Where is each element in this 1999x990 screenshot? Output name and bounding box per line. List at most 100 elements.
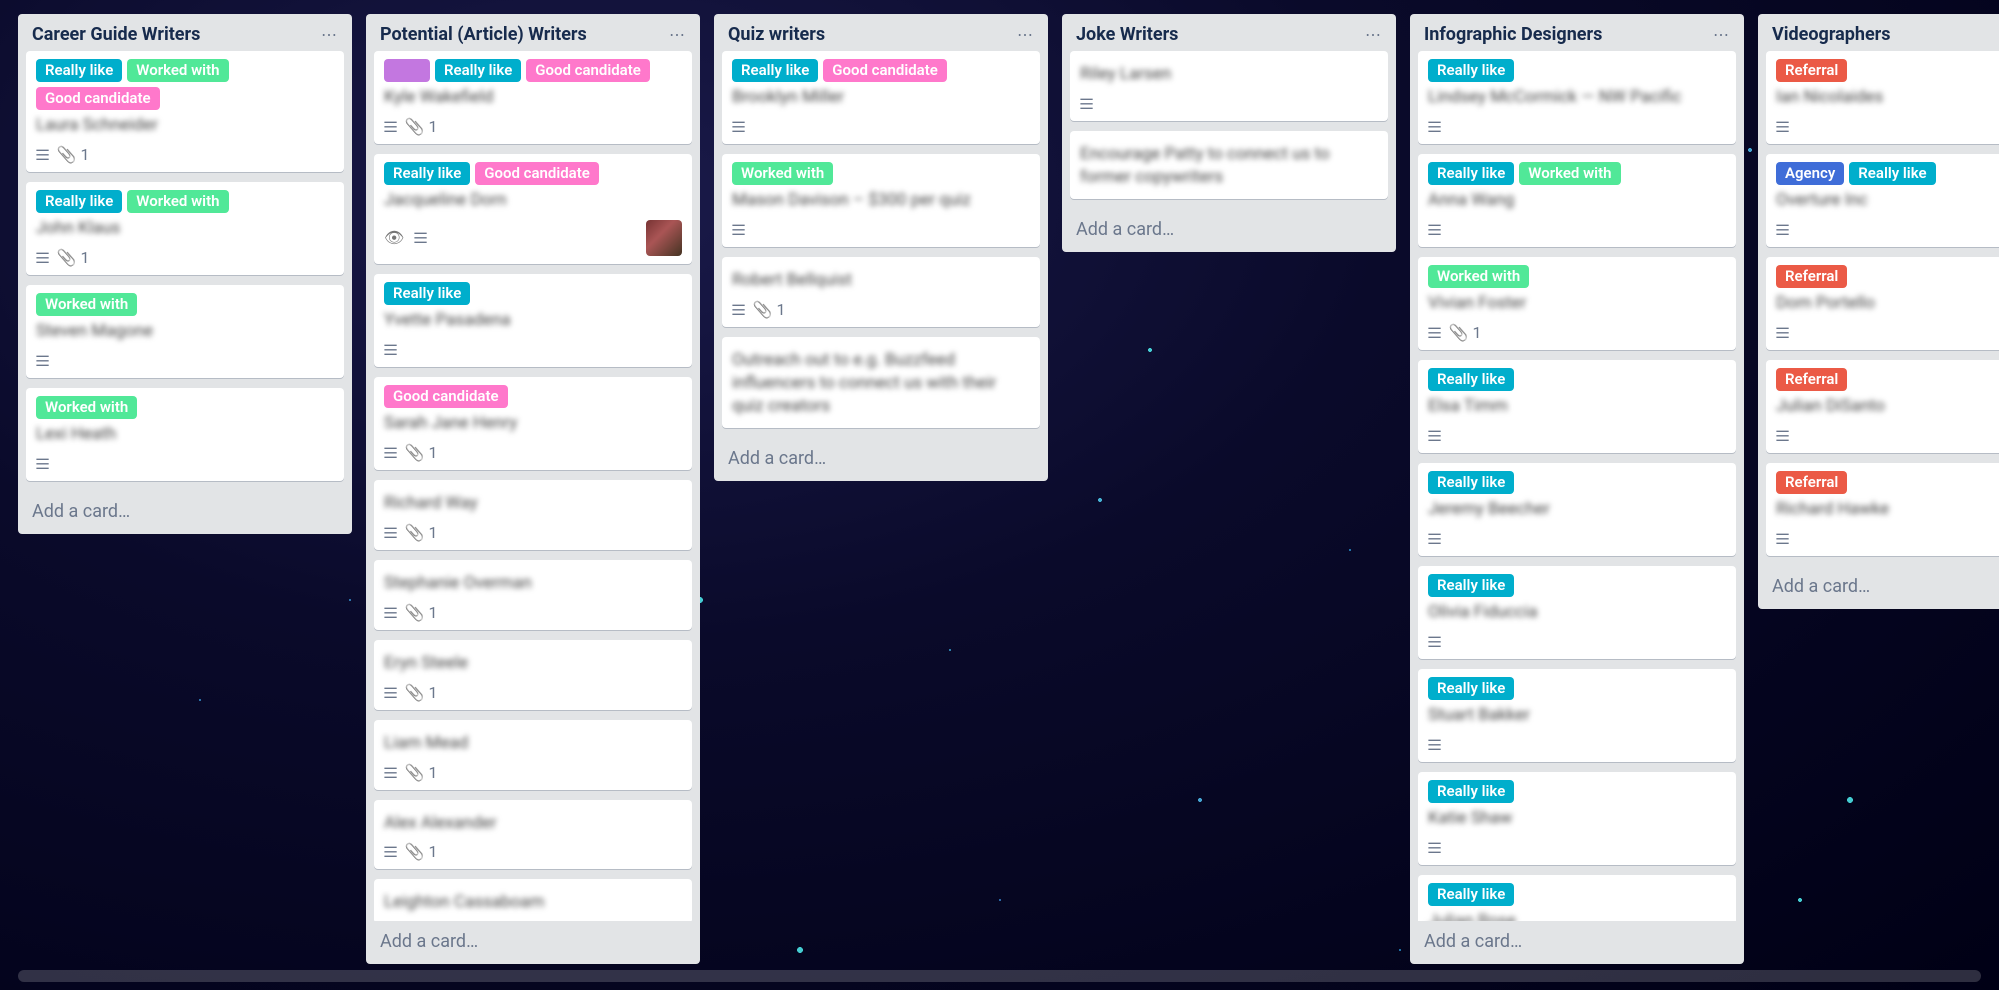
card-labels: Really like <box>1428 59 1726 82</box>
horizontal-scrollbar[interactable] <box>18 970 1981 982</box>
card-title: Julian Rose <box>1428 910 1726 922</box>
card[interactable]: Really like Julian Rose <box>1418 875 1736 922</box>
card[interactable]: ReferralIan Nicolaides <box>1766 51 1999 144</box>
card-label[interactable]: Referral <box>1776 265 1847 288</box>
card-label[interactable]: Worked with <box>36 293 137 316</box>
card-label[interactable]: Good candidate <box>526 59 650 82</box>
card-label[interactable]: Worked with <box>1428 265 1529 288</box>
description-icon <box>414 228 425 247</box>
add-card-button[interactable]: Add a card… <box>1758 566 1999 609</box>
list-title[interactable]: Videographers <box>1772 24 1891 45</box>
card[interactable]: Alex Alexander 1 <box>374 800 692 870</box>
card[interactable]: Worked with Lexi Heath <box>26 388 344 481</box>
description-icon <box>1776 117 1787 136</box>
card[interactable]: Really likeKatie Shaw <box>1418 772 1736 865</box>
list-menu-icon[interactable]: ⋯ <box>1709 25 1734 44</box>
list-title[interactable]: Potential (Article) Writers <box>380 24 587 45</box>
add-card-button[interactable]: Add a card… <box>366 921 700 964</box>
attachment-icon <box>405 523 425 542</box>
card-title: Lexi Heath <box>36 423 334 446</box>
list: Career Guide Writers⋯Really likeWorked w… <box>18 14 352 534</box>
card-label[interactable]: Good candidate <box>475 162 599 185</box>
card-label[interactable]: Worked with <box>127 59 228 82</box>
card-label[interactable]: Really like <box>732 59 818 82</box>
card-badges <box>732 220 1030 239</box>
card-label[interactable]: Really like <box>435 59 521 82</box>
description-icon <box>1776 529 1787 548</box>
card-label[interactable]: Really like <box>384 282 470 305</box>
card-label[interactable]: Really like <box>1428 677 1514 700</box>
card-label[interactable]: Really like <box>384 162 470 185</box>
card-label[interactable] <box>384 59 430 82</box>
card-label[interactable]: Really like <box>1428 368 1514 391</box>
card-label[interactable]: Really like <box>36 190 122 213</box>
card[interactable]: Worked withSteven Magone <box>26 285 344 378</box>
card-label[interactable]: Really like <box>1428 59 1514 82</box>
card[interactable]: Really likeWorked withAnna Wang <box>1418 154 1736 247</box>
card-title: Mason Davison – $300 per quiz <box>732 189 1030 212</box>
card-badges <box>36 351 334 370</box>
card-label[interactable]: Worked with <box>127 190 228 213</box>
cards-container: Really likeLindsey McCormick — NW Pacifi… <box>1410 51 1744 921</box>
card[interactable]: Encourage Patty to connect us to former … <box>1070 131 1388 199</box>
card-label[interactable]: Good candidate <box>823 59 947 82</box>
card[interactable]: Really likeLindsey McCormick — NW Pacifi… <box>1418 51 1736 144</box>
card-label[interactable]: Worked with <box>36 396 137 419</box>
card[interactable]: ReferralDom Portello <box>1766 257 1999 350</box>
list-menu-icon[interactable]: ⋯ <box>317 25 342 44</box>
list-title[interactable]: Infographic Designers <box>1424 24 1602 45</box>
card[interactable]: Worked withVivian Foster 1 <box>1418 257 1736 350</box>
card[interactable]: Richard Way 1 <box>374 480 692 550</box>
add-card-button[interactable]: Add a card… <box>18 491 352 534</box>
card[interactable]: Really likeJeremy Beecher <box>1418 463 1736 556</box>
card-label[interactable]: Really like <box>1428 883 1514 906</box>
card[interactable]: AgencyReally likeOverture Inc <box>1766 154 1999 247</box>
card[interactable]: Really likeOlivia Fiduccia <box>1418 566 1736 659</box>
card[interactable]: Good candidateSarah Jane Henry 1 <box>374 377 692 470</box>
card[interactable]: Leighton Cassaboam <box>374 879 692 921</box>
card[interactable]: Riley Larsen <box>1070 51 1388 121</box>
card[interactable]: Really likeElsa Timm <box>1418 360 1736 453</box>
list-menu-icon[interactable]: ⋯ <box>1361 25 1386 44</box>
card[interactable]: Really likeWorked withGood candidateLaur… <box>26 51 344 172</box>
card[interactable]: Robert Bellquist 1 <box>722 257 1040 327</box>
card[interactable]: Really likeGood candidateBrooklyn Miller <box>722 51 1040 144</box>
card[interactable]: Really likeGood candidateKyle Wakefield … <box>374 51 692 144</box>
card-label[interactable]: Really like <box>36 59 122 82</box>
card[interactable]: Liam Mead 1 <box>374 720 692 790</box>
card-label[interactable]: Worked with <box>732 162 833 185</box>
add-card-button[interactable]: Add a card… <box>1062 209 1396 252</box>
card[interactable]: Stephanie Overman 1 <box>374 560 692 630</box>
card-label[interactable]: Really like <box>1428 471 1514 494</box>
card-label[interactable]: Worked with <box>1519 162 1620 185</box>
card[interactable]: Really likeYvette Pasadena <box>374 274 692 367</box>
card-label[interactable]: Really like <box>1428 574 1514 597</box>
card[interactable]: Eryn Steele 1 <box>374 640 692 710</box>
avatar[interactable] <box>646 220 682 256</box>
card-label[interactable]: Really like <box>1428 780 1514 803</box>
card-label[interactable]: Referral <box>1776 471 1847 494</box>
card-badges: 1 <box>36 145 334 164</box>
add-card-button[interactable]: Add a card… <box>714 438 1048 481</box>
card-label[interactable]: Really like <box>1849 162 1935 185</box>
card[interactable]: ReferralJulian DiSanto <box>1766 360 1999 453</box>
list-menu-icon[interactable]: ⋯ <box>1013 25 1038 44</box>
list-title[interactable]: Quiz writers <box>728 24 825 45</box>
list-title[interactable]: Career Guide Writers <box>32 24 200 45</box>
list-menu-icon[interactable]: ⋯ <box>665 25 690 44</box>
card-labels: Worked with <box>36 396 334 419</box>
card[interactable]: Really likeStuart Bakker <box>1418 669 1736 762</box>
card[interactable]: Really likeWorked withJohn Klaus 1 <box>26 182 344 275</box>
card-label[interactable]: Good candidate <box>384 385 508 408</box>
card-label[interactable]: Referral <box>1776 368 1847 391</box>
card[interactable]: Worked with Mason Davison – $300 per quiz <box>722 154 1040 247</box>
card-label[interactable]: Agency <box>1776 162 1844 185</box>
add-card-button[interactable]: Add a card… <box>1410 921 1744 964</box>
card[interactable]: Outreach out to e.g. Buzzfeed influencer… <box>722 337 1040 428</box>
card[interactable]: ReferralRichard Hawke <box>1766 463 1999 556</box>
card-label[interactable]: Good candidate <box>36 87 160 110</box>
card-label[interactable]: Referral <box>1776 59 1847 82</box>
list-title[interactable]: Joke Writers <box>1076 24 1178 45</box>
card[interactable]: Really likeGood candidateJacqueline Dorn <box>374 154 692 264</box>
card-label[interactable]: Really like <box>1428 162 1514 185</box>
